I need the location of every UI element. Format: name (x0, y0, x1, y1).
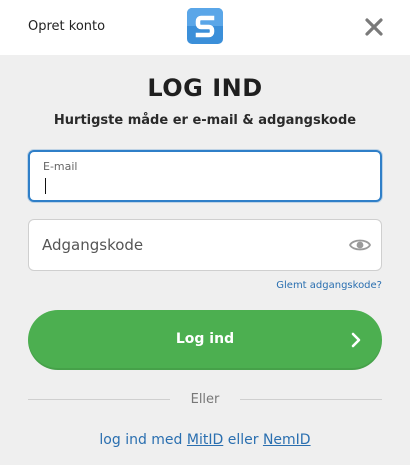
email-label: E-mail (43, 160, 78, 173)
password-input[interactable] (42, 220, 342, 270)
divider-text: Eller (190, 392, 220, 407)
eye-icon[interactable] (349, 236, 371, 254)
chevron-right-icon (351, 332, 361, 348)
alt-login-middle: eller (227, 432, 259, 448)
divider-line-left (28, 399, 170, 400)
alt-login-row: log ind med MitID eller NemID (0, 432, 410, 448)
divider-line-right (240, 399, 382, 400)
close-icon[interactable] (361, 14, 387, 40)
mitid-link[interactable]: MitID (187, 432, 223, 448)
email-field[interactable]: E-mail (28, 150, 382, 202)
create-account-link[interactable]: Opret konto (28, 19, 105, 34)
login-button[interactable]: Log ind (28, 310, 382, 370)
text-cursor (45, 178, 46, 194)
password-field[interactable] (28, 219, 382, 271)
page-subtitle: Hurtigste måde er e-mail & adgangskode (53, 113, 357, 128)
login-button-label: Log ind (175, 331, 235, 347)
page-title: LOG IND (147, 74, 263, 102)
top-bar: Opret konto (0, 0, 410, 55)
alt-login-prefix: log ind med (99, 432, 183, 448)
nemid-link[interactable]: NemID (263, 432, 311, 448)
forgot-password-link[interactable]: Glemt adgangskode? (276, 280, 382, 291)
s-logo-icon (187, 8, 223, 44)
